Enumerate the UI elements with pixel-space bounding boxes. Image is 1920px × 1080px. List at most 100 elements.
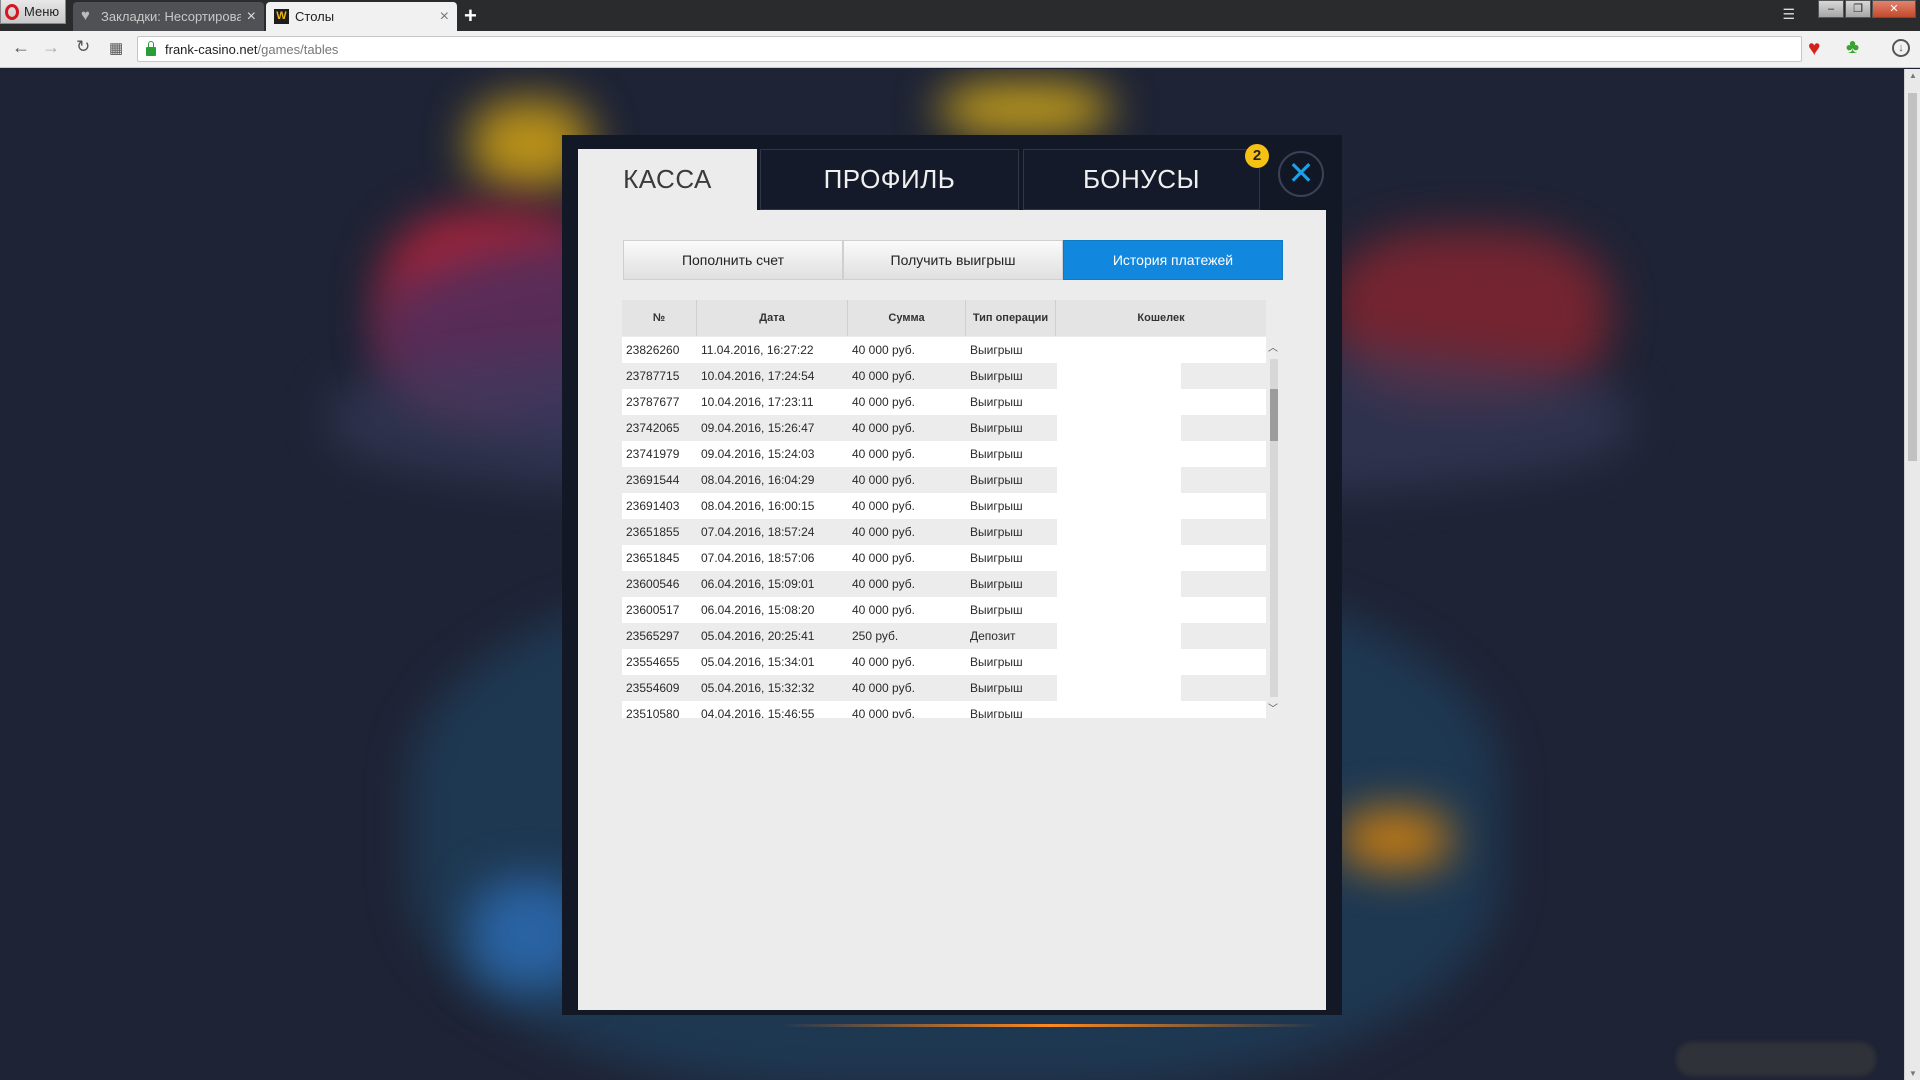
cell-date: 07.04.2016, 18:57:24 xyxy=(701,525,815,539)
cell-number: 23691403 xyxy=(626,499,680,513)
tab-profile[interactable]: ПРОФИЛЬ xyxy=(760,149,1019,210)
cell-number: 23510580 xyxy=(626,707,680,718)
cell-operation-type: Выигрыш xyxy=(970,499,1023,513)
cell-operation-type: Выигрыш xyxy=(970,551,1023,565)
extension-clover-icon[interactable]: ♣ xyxy=(1846,36,1859,59)
modal-close-button[interactable]: ✕ xyxy=(1278,151,1324,197)
header-number: № xyxy=(622,300,697,336)
modal-glow xyxy=(780,1024,1320,1027)
tab-menu-icon[interactable]: ☰ xyxy=(1782,6,1795,23)
minimize-button[interactable]: – xyxy=(1818,0,1844,18)
cell-amount: 40 000 руб. xyxy=(852,473,915,487)
cell-operation-type: Выигрыш xyxy=(970,707,1023,718)
opera-logo-icon xyxy=(5,3,19,20)
new-tab-button[interactable]: + xyxy=(464,3,477,29)
cell-operation-type: Выигрыш xyxy=(970,525,1023,539)
url-host: frank-casino.net xyxy=(165,41,258,57)
tab-title: Столы xyxy=(295,9,335,24)
cell-number: 23787715 xyxy=(626,369,680,383)
page-scrollbar[interactable]: ▲ ▼ xyxy=(1904,69,1920,1080)
table-scrollbar-thumb[interactable] xyxy=(1270,389,1278,441)
download-icon[interactable]: ↓ xyxy=(1892,39,1910,57)
page-scrollbar-thumb[interactable] xyxy=(1908,93,1917,461)
cell-amount: 40 000 руб. xyxy=(852,525,915,539)
cell-date: 10.04.2016, 17:24:54 xyxy=(701,369,815,383)
maximize-button[interactable]: ❐ xyxy=(1845,0,1871,18)
cell-date: 09.04.2016, 15:26:47 xyxy=(701,421,815,435)
cell-date: 07.04.2016, 18:57:06 xyxy=(701,551,815,565)
cell-date: 04.04.2016, 15:46:55 xyxy=(701,707,815,718)
bookmark-heart-icon[interactable]: ♥ xyxy=(1808,37,1820,61)
cell-date: 09.04.2016, 15:24:03 xyxy=(701,447,815,461)
tab-close-icon[interactable]: × xyxy=(440,8,449,26)
lock-icon xyxy=(146,40,156,56)
tab-close-icon[interactable]: × xyxy=(247,8,256,26)
cell-operation-type: Выигрыш xyxy=(970,603,1023,617)
cell-number: 23554655 xyxy=(626,655,680,669)
table-scrollbar[interactable]: ︿ ﹀ xyxy=(1268,337,1280,718)
cell-amount: 40 000 руб. xyxy=(852,369,915,383)
forward-icon[interactable]: → xyxy=(42,37,60,58)
header-date: Дата xyxy=(697,300,848,336)
cta-button-blur xyxy=(1340,809,1450,869)
cell-date: 08.04.2016, 16:00:15 xyxy=(701,499,815,513)
cell-operation-type: Выигрыш xyxy=(970,343,1023,357)
cell-number: 23742065 xyxy=(626,421,680,435)
cell-operation-type: Выигрыш xyxy=(970,473,1023,487)
cell-date: 05.04.2016, 20:25:41 xyxy=(701,629,815,643)
header-button-blur xyxy=(940,84,1110,134)
cell-amount: 250 руб. xyxy=(852,629,899,643)
cell-number: 23600546 xyxy=(626,577,680,591)
header-operation-type: Тип операции xyxy=(966,300,1056,336)
menu-label: Меню xyxy=(24,4,60,19)
header-wallet: Кошелек xyxy=(1137,312,1185,324)
cell-number: 23826260 xyxy=(626,343,680,357)
back-icon[interactable]: ← xyxy=(12,37,30,58)
browser-toolbar: ← → ↻ ▦ frank-casino.net/games/tables ♥ … xyxy=(0,31,1920,68)
scroll-up-icon[interactable]: ︿ xyxy=(1268,339,1278,354)
cell-number: 23691544 xyxy=(626,473,680,487)
cell-number: 23741979 xyxy=(626,447,680,461)
opera-menu-button[interactable]: Меню xyxy=(0,0,66,24)
deposit-subtab[interactable]: Пополнить счет xyxy=(623,240,843,280)
cell-number: 23565297 xyxy=(626,629,680,643)
scroll-down-icon[interactable]: ﹀ xyxy=(1268,700,1278,715)
cell-operation-type: Выигрыш xyxy=(970,369,1023,383)
cell-amount: 40 000 руб. xyxy=(852,551,915,565)
scroll-down-icon[interactable]: ▼ xyxy=(1909,1069,1917,1078)
cashier-subtabs: Пополнить счет Получить выигрыш История … xyxy=(623,240,1283,280)
window-close-button[interactable]: ✕ xyxy=(1872,0,1916,18)
speed-dial-icon[interactable]: ▦ xyxy=(109,39,123,57)
scroll-up-icon[interactable]: ▲ xyxy=(1909,71,1917,80)
cell-operation-type: Выигрыш xyxy=(970,577,1023,591)
url-path: /games/tables xyxy=(257,41,339,57)
cell-amount: 40 000 руб. xyxy=(852,499,915,513)
cell-date: 06.04.2016, 15:09:01 xyxy=(701,577,815,591)
cell-date: 05.04.2016, 15:34:01 xyxy=(701,655,815,669)
tab-cashier[interactable]: КАССА xyxy=(578,149,757,210)
wallet-redaction xyxy=(1057,337,1181,718)
cell-amount: 40 000 руб. xyxy=(852,577,915,591)
cell-operation-type: Выигрыш xyxy=(970,655,1023,669)
withdraw-subtab[interactable]: Получить выигрыш xyxy=(843,240,1063,280)
history-table-body: 23826260 11.04.2016, 16:27:22 40 000 руб. В… xyxy=(622,337,1266,718)
site-favicon-icon: W xyxy=(274,9,289,24)
browser-titlebar: Меню Закладки: Несортирован × W Столы × … xyxy=(0,0,1920,31)
cell-amount: 40 000 руб. xyxy=(852,421,915,435)
reload-icon[interactable]: ↻ xyxy=(76,37,90,57)
cell-number: 23554609 xyxy=(626,681,680,695)
payment-history-subtab[interactable]: История платежей xyxy=(1063,240,1283,280)
browser-tab-bookmarks[interactable]: Закладки: Несортирован × xyxy=(73,2,264,31)
history-table-header: № Дата Сумма Тип операции Кошелек xyxy=(622,300,1266,336)
header-amount: Сумма xyxy=(848,300,966,336)
cell-amount: 40 000 руб. xyxy=(852,447,915,461)
cell-operation-type: Выигрыш xyxy=(970,421,1023,435)
address-input[interactable]: frank-casino.net/games/tables xyxy=(137,36,1802,62)
cell-operation-type: Выигрыш xyxy=(970,395,1023,409)
tab-bonuses[interactable]: БОНУСЫ xyxy=(1023,149,1260,210)
browser-tab-tables[interactable]: W Столы × xyxy=(266,2,457,31)
cell-amount: 40 000 руб. xyxy=(852,707,915,718)
cell-date: 05.04.2016, 15:32:32 xyxy=(701,681,815,695)
cell-operation-type: Выигрыш xyxy=(970,681,1023,695)
heart-icon xyxy=(81,7,95,24)
